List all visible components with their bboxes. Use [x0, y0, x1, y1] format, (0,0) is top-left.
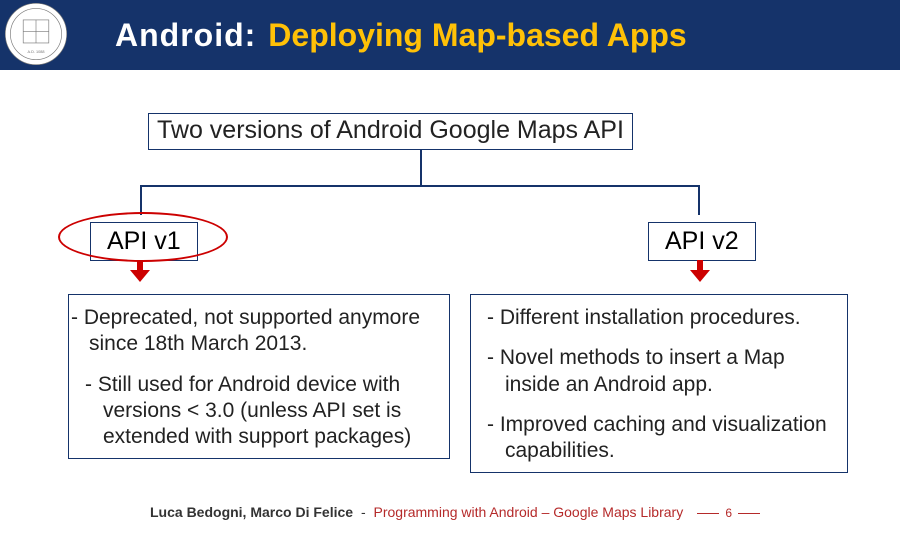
footer-course: Programming with Android – Google Maps L…	[374, 504, 684, 520]
connector-vertical	[420, 150, 422, 185]
api-v2-label: API v2	[665, 227, 739, 255]
api-v2-description: - Different installation procedures. - N…	[470, 294, 848, 473]
svg-text:A.D. 1088: A.D. 1088	[27, 50, 44, 54]
down-arrow-icon	[130, 260, 150, 282]
v2-point-2: - Novel methods to insert a Map inside a…	[481, 345, 837, 398]
api-v1-label: API v1	[107, 227, 181, 255]
page-number-value: 6	[725, 506, 732, 520]
title-prefix: Android:	[115, 17, 256, 54]
title-accent: Deploying Map-based Apps	[268, 17, 686, 54]
page-number: 6	[697, 506, 760, 520]
university-seal-logo: A.D. 1088	[4, 2, 68, 66]
footer-authors: Luca Bedogni, Marco Di Felice	[150, 504, 353, 520]
down-arrow-icon	[690, 260, 710, 282]
api-v1-node: API v1	[90, 222, 198, 261]
title-bar: Android: Deploying Map-based Apps	[0, 0, 900, 70]
v1-point-1: - Deprecated, not supported anymore sinc…	[79, 305, 439, 358]
connector-horizontal	[140, 185, 700, 187]
api-v1-description: - Deprecated, not supported anymore sinc…	[68, 294, 450, 459]
v2-point-1: - Different installation procedures.	[481, 305, 837, 331]
intro-box: Two versions of Android Google Maps API	[148, 113, 633, 150]
connector-left-drop	[140, 185, 142, 215]
api-v2-node: API v2	[648, 222, 756, 261]
v2-point-3: - Improved caching and visualization cap…	[481, 412, 837, 465]
v1-point-2: - Still used for Android device with ver…	[79, 372, 439, 451]
intro-text: Two versions of Android Google Maps API	[157, 116, 624, 144]
slide-footer: Luca Bedogni, Marco Di Felice - Programm…	[150, 504, 683, 520]
slide-title: Android: Deploying Map-based Apps	[115, 17, 687, 54]
connector-right-drop	[698, 185, 700, 215]
